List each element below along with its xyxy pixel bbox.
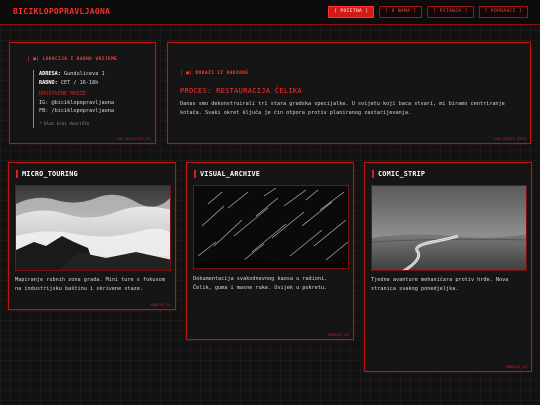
module-stamp: MODULE_03: [506, 364, 527, 369]
card-title: MICRO_TOURING: [16, 170, 78, 178]
nav-button-pocetna[interactable]: [ POČETNA ]: [328, 6, 375, 18]
log-stamp: LOG_ENTRY_#255: [493, 136, 526, 141]
card-visual-archive[interactable]: VISUAL_ARCHIVE Dokumentacija svakodnevno…: [186, 162, 354, 340]
header: BICIKLOPOPRAVLJAONA [ POČETNA ] [ O NAMA…: [0, 0, 540, 25]
nav-label: [ POPRAVCI ]: [484, 9, 522, 14]
country-road-icon: [371, 185, 527, 271]
nav-button-pitanja[interactable]: [ PITANJA ]: [427, 6, 474, 18]
card-title: VISUAL_ARCHIVE: [194, 170, 260, 178]
hours-label: RADNO:: [39, 79, 58, 86]
site-logo[interactable]: BICIKLOPOPRAVLJAONA: [13, 7, 110, 16]
card-description: Mapiranje rubnih zona grada. Mini ture s…: [15, 277, 165, 292]
location-panel-tag: | ■| LOKACIJA I RADNO VRIJEME: [27, 57, 118, 62]
module-stamp: MODULE_02: [328, 332, 349, 337]
card-comic-strip[interactable]: COMIC_STRIP Tjedne avanture mehaničara p…: [364, 162, 532, 372]
nav-label: [ PITANJA ]: [433, 9, 468, 14]
entrance-note: * Ulaz kroz dvorište: [39, 120, 90, 126]
location-list: ADRESA: Gunduliceva 1 RADNO: CET / 16-18…: [33, 70, 151, 128]
process-body: Danas smo dekonstruirali tri stara grads…: [180, 101, 505, 117]
hours-row: RADNO: CET / 16-18h: [39, 79, 151, 88]
social-heading: DRUŠTVENE MREŽE: [39, 91, 86, 97]
card-description: Dokumentacija svakodnevnog kaosa u radio…: [193, 276, 328, 291]
star-trails-icon: [193, 185, 349, 269]
address-value: Gunduliceva 1: [64, 71, 105, 77]
nav-label: [ POČETNA ]: [334, 9, 369, 14]
card-description: Tjedne avanture mehaničara protiv hrđe. …: [371, 277, 509, 292]
process-title: PROCES: RESTAURACIJA ČELIKA: [180, 87, 302, 95]
address-label: ADRESA:: [39, 71, 61, 77]
nav-button-o-nama[interactable]: [ O NAMA ]: [379, 6, 423, 18]
nav-button-popravci[interactable]: [ POPRAVCI ]: [478, 6, 528, 18]
instagram-link[interactable]: IG: @biciklopopravljaona: [39, 99, 151, 108]
nav-label: [ O NAMA ]: [385, 9, 417, 14]
process-panel-tag: | ■| DOKAZI IZ RADIONE: [180, 71, 249, 76]
hours-value: CET / 16-18h: [60, 79, 99, 86]
card-title: COMIC_STRIP: [372, 170, 425, 178]
process-panel: | ■| DOKAZI IZ RADIONE PROCES: RESTAURAC…: [167, 42, 531, 144]
card-micro-touring[interactable]: MICRO_TOURING Mapiranje rubnih zona grad…: [8, 162, 176, 310]
address-row: ADRESA: Gunduliceva 1: [39, 70, 151, 79]
facebook-link[interactable]: FB: /biciklopopravljaona: [39, 107, 151, 116]
main-nav: [ POČETNA ] [ O NAMA ] [ PITANJA ] [ POP…: [328, 6, 528, 18]
log-stamp: LOG_DATA_REF_01: [116, 136, 151, 141]
location-panel: | ■| LOKACIJA I RADNO VRIJEME ADRESA: Gu…: [9, 42, 156, 144]
module-stamp: MODULE_01: [150, 302, 171, 307]
fog-valley-icon: [15, 185, 171, 271]
